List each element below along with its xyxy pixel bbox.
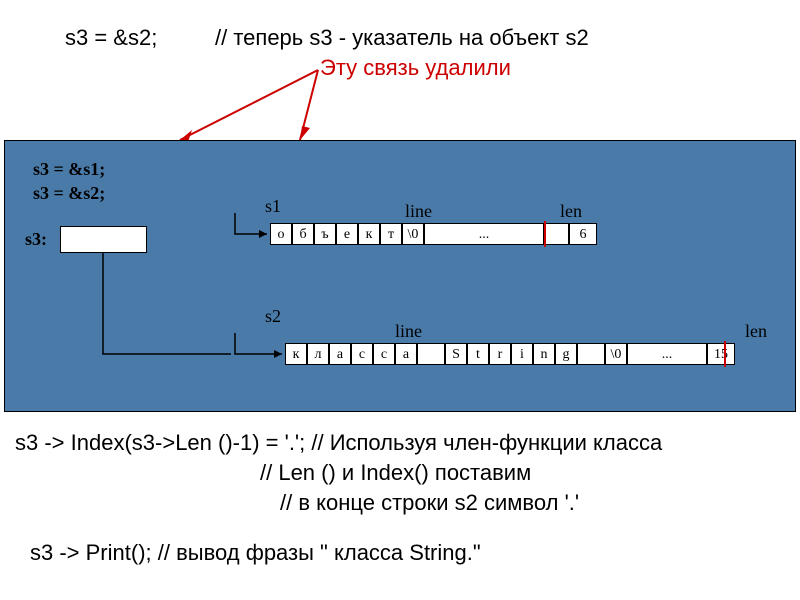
- cell: ъ: [314, 223, 336, 245]
- cell-dots: ...: [424, 223, 544, 245]
- s1-struct-row: о б ъ е к т \0 ... 6: [270, 223, 597, 245]
- cell: о: [270, 223, 292, 245]
- bottom-line2: // Len () и Index() поставим: [260, 460, 531, 486]
- bottom-line4: s3 -> Print(); // вывод фразы " класса S…: [30, 540, 481, 566]
- cell: к: [358, 223, 380, 245]
- cell-dots: ...: [627, 343, 707, 365]
- cell-len: 15: [707, 343, 735, 365]
- line1-label: line: [405, 201, 432, 222]
- cell: n: [533, 343, 555, 365]
- bottom-line3: // в конце строки s2 символ '.': [280, 490, 579, 516]
- cell: б: [292, 223, 314, 245]
- cell: с: [373, 343, 395, 365]
- cell-gap: [544, 223, 569, 245]
- cell: а: [395, 343, 417, 365]
- assign1-text: s3 = &s1;: [33, 159, 105, 180]
- cell-gap: [577, 343, 605, 365]
- deleted-link-label: Эту связь удалили: [320, 55, 511, 81]
- cell: л: [307, 343, 329, 365]
- code-assign: s3 = &s2;: [65, 25, 157, 51]
- cell: е: [336, 223, 358, 245]
- cell-gap: [417, 343, 445, 365]
- cell: к: [285, 343, 307, 365]
- memory-diagram: s3 = &s1; s3 = &s2; s3: s1 line len о б …: [4, 140, 796, 412]
- bottom-line1: s3 -> Index(s3->Len ()-1) = '.'; // Испо…: [15, 430, 662, 456]
- s2-struct-row: к л а с с а S t r i n g \0 ... 15: [285, 343, 735, 365]
- assign2-text: s3 = &s2;: [33, 183, 105, 204]
- cell: а: [329, 343, 351, 365]
- s3-label: s3:: [25, 229, 47, 250]
- cell-len: 6: [569, 223, 597, 245]
- diagram-arrows: [5, 141, 795, 411]
- cell: \0: [605, 343, 627, 365]
- cell: т: [380, 223, 402, 245]
- len1-label: len: [560, 201, 582, 222]
- s3-pointer-box: [60, 226, 147, 253]
- s1-label: s1: [265, 196, 281, 217]
- cell: i: [511, 343, 533, 365]
- cell: S: [445, 343, 467, 365]
- s2-label: s2: [265, 306, 281, 327]
- line2-label: line: [395, 321, 422, 342]
- cell: r: [489, 343, 511, 365]
- len2-label: len: [745, 321, 767, 342]
- cell: с: [351, 343, 373, 365]
- cell: g: [555, 343, 577, 365]
- cell: \0: [402, 223, 424, 245]
- cell: t: [467, 343, 489, 365]
- code-comment1: // теперь s3 - указатель на объект s2: [215, 25, 589, 51]
